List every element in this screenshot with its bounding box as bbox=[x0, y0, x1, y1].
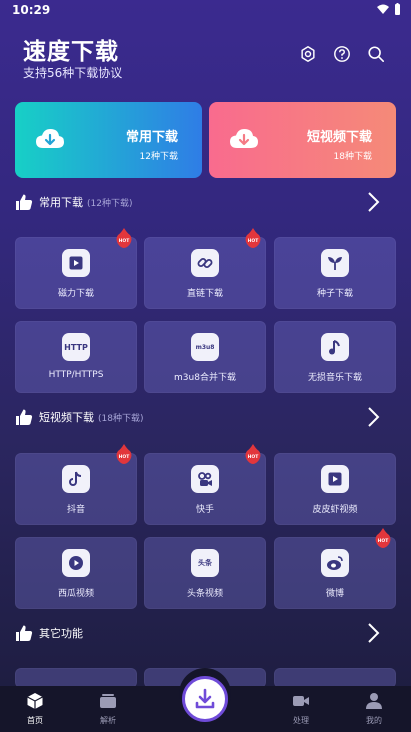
tile-toutiao-video[interactable]: 头条 头条视频 bbox=[144, 537, 266, 609]
tab-home[interactable]: 首页 bbox=[10, 690, 60, 728]
tile-pipixia-video[interactable]: 皮皮虾视频 bbox=[274, 453, 396, 525]
tab-parse[interactable]: 解析 bbox=[83, 690, 133, 728]
tile-other-3[interactable] bbox=[274, 668, 396, 688]
tile-m3u8-merge-download[interactable]: m3u8 m3u8合并下载 bbox=[144, 321, 266, 393]
chevron-right-icon[interactable] bbox=[361, 621, 385, 645]
status-bar: 10:29 bbox=[0, 0, 411, 20]
tile-lossless-music-download[interactable]: 无损音乐下载 bbox=[274, 321, 396, 393]
section-count: (18种下载) bbox=[98, 413, 144, 424]
video-camera-icon bbox=[293, 696, 309, 706]
battery-icon bbox=[395, 3, 400, 15]
tile-label: 磁力下载 bbox=[57, 289, 94, 299]
section-title: 短视频下载 bbox=[39, 411, 94, 424]
short-video-download-count: 18种下载 bbox=[333, 152, 372, 162]
kuaishou-icon bbox=[191, 465, 219, 493]
svg-text:HOT: HOT bbox=[248, 454, 260, 460]
person-icon bbox=[366, 693, 382, 709]
svg-text:HOT: HOT bbox=[119, 454, 131, 460]
hot-badge-icon: HOT bbox=[116, 228, 132, 248]
hot-badge-icon: HOT bbox=[116, 444, 132, 464]
section-title: 常用下载 bbox=[39, 196, 83, 209]
section-header-other-features: 其它功能 bbox=[15, 621, 395, 645]
music-note-icon bbox=[321, 333, 349, 361]
tile-label: 直链下载 bbox=[186, 289, 223, 299]
short-video-download-title: 短视频下载 bbox=[306, 130, 372, 145]
play-icon bbox=[62, 249, 90, 277]
hot-badge-icon: HOT bbox=[245, 228, 261, 248]
tile-label: 皮皮虾视频 bbox=[312, 505, 358, 515]
cloud-download-icon bbox=[30, 120, 70, 160]
tile-kuaishou[interactable]: 快手 HOT bbox=[144, 444, 266, 525]
tab-label: 解析 bbox=[100, 716, 116, 725]
section-header-common: 常用下载 (12种下载) bbox=[15, 190, 395, 214]
weibo-icon bbox=[321, 549, 349, 577]
download-icon bbox=[195, 688, 215, 709]
search-icon bbox=[368, 46, 385, 63]
chevron-right-icon[interactable] bbox=[361, 405, 385, 429]
search-button[interactable] bbox=[365, 43, 387, 65]
m3u8-icon: m3u8 bbox=[191, 333, 219, 361]
tile-douyin[interactable]: 抖音 HOT bbox=[15, 444, 137, 525]
thumbs-up-icon bbox=[16, 194, 33, 210]
tile-magnet-download[interactable]: 磁力下载 HOT bbox=[15, 228, 137, 309]
http-icon: HTTP bbox=[62, 333, 90, 361]
cloud-download-icon bbox=[224, 120, 264, 160]
hot-badge-icon: HOT bbox=[375, 528, 391, 548]
tile-direct-link-download[interactable]: 直链下载 HOT bbox=[144, 228, 266, 309]
cube-icon bbox=[27, 693, 43, 709]
link-icon bbox=[191, 249, 219, 277]
tile-label: 快手 bbox=[195, 505, 214, 515]
tab-mine[interactable]: 我的 bbox=[349, 690, 399, 728]
wifi-icon bbox=[377, 4, 389, 14]
status-icons bbox=[377, 3, 401, 15]
tile-http-https[interactable]: HTTP HTTP/HTTPS bbox=[15, 321, 137, 393]
short-video-download-card[interactable]: 短视频下载 18种下载 bbox=[209, 102, 396, 178]
svg-text:HOT: HOT bbox=[119, 238, 131, 244]
tab-label: 处理 bbox=[293, 716, 309, 725]
common-download-count: 12种下载 bbox=[139, 152, 178, 162]
svg-text:HOT: HOT bbox=[378, 538, 390, 544]
svg-text:HOT: HOT bbox=[248, 238, 260, 244]
thumbs-up-icon bbox=[16, 625, 33, 641]
tile-label: 种子下载 bbox=[316, 289, 353, 299]
cards-icon bbox=[100, 694, 116, 708]
tile-label: 微博 bbox=[325, 589, 344, 599]
common-download-title: 常用下载 bbox=[125, 130, 178, 145]
tile-label: 无损音乐下载 bbox=[307, 373, 362, 383]
tile-other-1[interactable] bbox=[15, 668, 137, 688]
play-icon bbox=[321, 465, 349, 493]
sprout-icon bbox=[321, 249, 349, 277]
tile-label: HTTP/HTTPS bbox=[48, 370, 104, 380]
help-button[interactable] bbox=[331, 43, 353, 65]
toutiao-icon: 头条 bbox=[191, 549, 219, 577]
tab-process[interactable]: 处理 bbox=[276, 690, 326, 728]
status-time: 10:29 bbox=[12, 3, 51, 17]
section-header-short-video: 短视频下载 (18种下载) bbox=[15, 405, 395, 429]
section-title: 其它功能 bbox=[39, 627, 83, 640]
tile-label: m3u8合并下载 bbox=[174, 373, 236, 383]
tile-weibo[interactable]: 微博 HOT bbox=[274, 528, 396, 609]
gear-icon bbox=[301, 46, 315, 62]
section-count: (12种下载) bbox=[87, 198, 133, 209]
common-download-card[interactable]: 常用下载 12种下载 bbox=[15, 102, 202, 178]
tile-torrent-download[interactable]: 种子下载 bbox=[274, 237, 396, 309]
douyin-icon bbox=[62, 465, 90, 493]
tile-label: 抖音 bbox=[66, 505, 85, 515]
app-subtitle: 支持56种下载协议 bbox=[23, 66, 123, 80]
tile-label: 头条视频 bbox=[186, 589, 223, 599]
settings-button[interactable] bbox=[297, 43, 319, 65]
app-title: 速度下载 bbox=[23, 39, 119, 65]
hot-badge-icon: HOT bbox=[245, 444, 261, 464]
tile-label: 西瓜视频 bbox=[57, 589, 94, 599]
thumbs-up-icon bbox=[16, 409, 33, 425]
help-icon bbox=[334, 46, 350, 62]
xigua-icon bbox=[62, 549, 90, 577]
tab-label: 我的 bbox=[366, 716, 382, 725]
tile-xigua-video[interactable]: 西瓜视频 bbox=[15, 537, 137, 609]
chevron-right-icon[interactable] bbox=[361, 190, 385, 214]
tab-label: 首页 bbox=[27, 716, 43, 725]
download-fab-button[interactable] bbox=[182, 676, 228, 722]
